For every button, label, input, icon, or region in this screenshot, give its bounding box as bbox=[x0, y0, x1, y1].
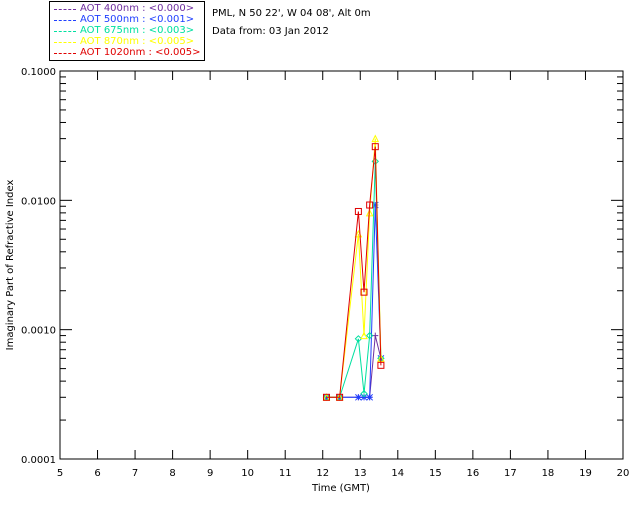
legend-label: AOT 1020nm : <0.005> bbox=[80, 47, 201, 58]
series-line bbox=[326, 335, 382, 398]
x-tick-label: 19 bbox=[579, 468, 592, 479]
legend-swatch bbox=[54, 53, 76, 54]
x-tick-label: 12 bbox=[316, 468, 329, 479]
x-tick-label: 14 bbox=[391, 468, 404, 479]
y-tick-label: 0.0010 bbox=[21, 326, 56, 337]
legend-item-1020nm: AOT 1020nm : <0.005> bbox=[50, 47, 206, 60]
x-tick-label: 8 bbox=[169, 468, 175, 479]
x-tick-label: 13 bbox=[354, 468, 367, 479]
y-tick-label: 0.0001 bbox=[21, 455, 56, 466]
x-tick-label: 9 bbox=[207, 468, 213, 479]
legend: AOT 400nm : <0.000> AOT 500nm : <0.001> … bbox=[49, 1, 205, 61]
x-tick-label: 10 bbox=[241, 468, 254, 479]
y-axis-label: Imaginary Part of Refractive Index bbox=[5, 180, 16, 351]
x-tick-label: 20 bbox=[617, 468, 630, 479]
date-info: Data from: 03 Jan 2012 bbox=[212, 26, 329, 37]
series-2 bbox=[322, 157, 385, 401]
legend-swatch bbox=[54, 9, 76, 10]
y-tick-label: 0.0100 bbox=[21, 196, 56, 207]
data-point bbox=[366, 393, 374, 401]
series-0 bbox=[323, 332, 384, 401]
x-tick-label: 16 bbox=[466, 468, 479, 479]
data-point bbox=[355, 393, 362, 401]
x-axis-label: Time (GMT) bbox=[311, 483, 370, 494]
x-axis: 5 6 7 8 9 10 11 12 13 14 15 16 17 18 19 20 bbox=[57, 71, 630, 479]
x-tick-label: 11 bbox=[279, 468, 292, 479]
plot-frame bbox=[59, 70, 624, 460]
x-tick-label: 7 bbox=[132, 468, 138, 479]
y-axis: 0.0001 0.0010 0.0100 0.1000 bbox=[21, 67, 623, 466]
legend-swatch bbox=[54, 42, 76, 43]
series-layer bbox=[322, 134, 385, 401]
x-tick-label: 5 bbox=[57, 468, 63, 479]
site-info: PML, N 50 22', W 04 08', Alt 0m bbox=[212, 8, 371, 19]
x-tick-label: 15 bbox=[429, 468, 442, 479]
x-tick-label: 17 bbox=[504, 468, 517, 479]
series-1 bbox=[323, 201, 385, 401]
y-tick-label: 0.1000 bbox=[21, 67, 56, 78]
x-tick-label: 6 bbox=[94, 468, 100, 479]
x-tick-label: 18 bbox=[542, 468, 555, 479]
legend-swatch bbox=[54, 20, 76, 21]
legend-swatch bbox=[54, 31, 76, 32]
chart: 5 6 7 8 9 10 11 12 13 14 15 16 17 18 19 20 0.0001 0.0010… bbox=[5, 67, 630, 494]
